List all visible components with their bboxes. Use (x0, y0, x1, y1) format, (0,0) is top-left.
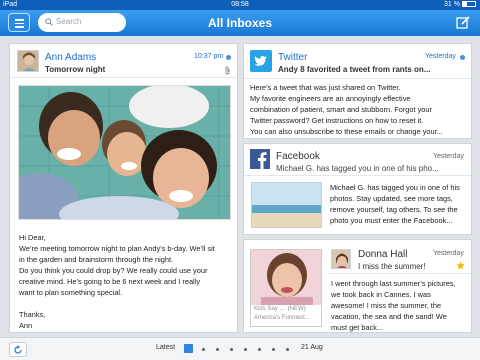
body-line: photos. Stay updated, see more tags, (330, 194, 453, 203)
email-card-facebook[interactable]: Facebook Yesterday Michael G. has tagged… (243, 143, 472, 235)
email-subject: Michael G. has tagged you in one of his … (276, 164, 439, 173)
email-time: Yesterday (433, 250, 464, 257)
body-line (19, 298, 234, 309)
body-line: combination of patient, smart and stubbo… (250, 105, 432, 114)
email-time: 10:37 pm (194, 53, 224, 60)
navigation-bar: Search All Inboxes (0, 10, 480, 36)
status-bar: iPad 08:58 31 % (0, 0, 480, 10)
battery-icon (462, 1, 476, 7)
page-indicator-active[interactable] (184, 344, 193, 353)
avatar (331, 249, 351, 269)
page-title: All Inboxes (207, 16, 272, 30)
body-line: creative mind. He’s going to be 6 next w… (19, 277, 201, 286)
clock: 08:58 (231, 1, 249, 8)
avatar (17, 50, 39, 72)
body-line: in the garden and brainstorm through the… (19, 255, 174, 264)
body-line: We’re meeting tomorrow night to plan And… (19, 244, 215, 253)
body-line: I went through last summer’s pictures, (331, 279, 456, 288)
body-line: must get back... (331, 323, 384, 332)
page-indicator[interactable] (216, 348, 219, 351)
star-icon[interactable] (456, 261, 465, 270)
photo-thumbnail[interactable] (251, 182, 322, 228)
facebook-logo-icon (250, 149, 270, 169)
page-indicator[interactable] (272, 348, 275, 351)
body-line: My favorite engineers are an annoyingly … (250, 94, 411, 103)
body-line: Ann (19, 321, 33, 330)
email-card-twitter[interactable]: Twitter Yesterday Andy 8 favorited a twe… (243, 43, 472, 139)
email-time: Yesterday (425, 53, 456, 60)
email-time: Yesterday (433, 153, 464, 160)
email-subject: Tomorrow night (45, 65, 106, 74)
page-indicator[interactable] (202, 348, 205, 351)
sender-name: Facebook (276, 151, 320, 162)
email-body: Here’s a tweet that was just shared on T… (250, 82, 470, 137)
body-line: awesome! I miss the summer, the (331, 301, 442, 310)
photo-caption: America's Funniest... (254, 315, 310, 321)
email-body: I went through last summer’s pictures, w… (331, 278, 471, 333)
twitter-logo-icon (250, 50, 272, 72)
pager-start-label: Latest (156, 344, 176, 351)
sender-name: Donna Hall (358, 249, 408, 260)
page-indicator[interactable] (244, 348, 247, 351)
unread-indicator (460, 55, 465, 60)
email-body: Michael G. has tagged you in one of his … (330, 182, 470, 226)
email-body: Hi Dear, We’re meeting tomorrow night to… (19, 232, 234, 331)
divider (244, 175, 471, 176)
divider (10, 77, 237, 78)
photo-caption: Kids Say .... (NEW) (254, 306, 306, 312)
page-indicator[interactable] (286, 348, 289, 351)
page-indicator[interactable] (258, 348, 261, 351)
body-line: Do you think you could drop by? We reall… (19, 266, 208, 275)
body-line: photo you must enter the Facebook... (330, 216, 453, 225)
refresh-button[interactable] (9, 342, 27, 357)
body-line: vacation, the sea and the sand! We (331, 312, 447, 321)
unread-indicator (226, 55, 231, 60)
refresh-icon (14, 345, 22, 354)
body-line: Here’s a tweet that was just shared on T… (250, 83, 401, 92)
body-line: want to plan something special. (19, 288, 123, 297)
compose-icon[interactable] (456, 15, 471, 30)
body-line: Hi Dear, (19, 233, 46, 242)
divider (328, 273, 471, 274)
divider (244, 78, 471, 79)
battery-percent: 31 % (444, 1, 460, 8)
battery-status: 31 % (444, 0, 476, 10)
body-line: Michael G. has tagged you in one of his (330, 183, 460, 192)
email-subject: I miss the summer! (358, 262, 426, 271)
paperclip-icon (225, 66, 230, 75)
pager-end-label: 21 Aug (301, 344, 323, 351)
body-line: Twitter password? Get instructions on ho… (250, 116, 424, 125)
email-card-ann-adams[interactable]: Ann Adams 10:37 pm Tomorrow night Hi Dea… (9, 43, 238, 333)
body-line: we took back in Cannes. I was (331, 290, 431, 299)
email-card-donna-hall[interactable]: Kids Say .... (NEW) America's Funniest..… (243, 239, 472, 333)
body-line: remove yourself, tag others. To see the (330, 205, 458, 214)
page-indicator[interactable] (230, 348, 233, 351)
photo-thumbnail[interactable]: Kids Say .... (NEW) America's Funniest..… (250, 249, 322, 327)
body-line: You can also unsubscribe to these emails… (250, 127, 443, 136)
pagination-bar: Latest 21 Aug (0, 337, 480, 360)
email-subject: Andy 8 favorited a tweet from rants on..… (278, 65, 431, 74)
body-line: Thanks, (19, 310, 46, 319)
sender-name: Twitter (278, 52, 308, 63)
sender-name: Ann Adams (45, 52, 97, 63)
email-photo[interactable] (18, 85, 231, 220)
